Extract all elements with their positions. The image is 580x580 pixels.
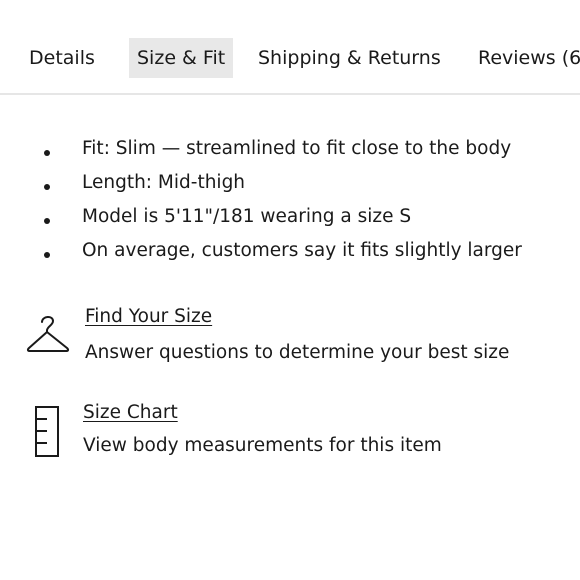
fit-detail-item: Model is 5'11"/181 wearing a size S [82, 206, 412, 227]
bullet-dot [44, 218, 50, 224]
ruler-icon [35, 406, 59, 457]
fit-detail-item: On average, customers say it fits slight… [82, 240, 522, 261]
bullet-dot [44, 252, 50, 258]
bullet-dot [44, 150, 50, 156]
tab-size-fit[interactable]: Size & Fit [129, 38, 234, 78]
tab-shipping-returns[interactable]: Shipping & Returns [250, 38, 449, 78]
fit-detail-item: Fit: Slim — streamlined to fit close to … [82, 138, 512, 159]
find-your-size-link[interactable]: Find Your Size [85, 306, 212, 327]
bullet-dot [44, 184, 50, 190]
hanger-icon [26, 316, 70, 352]
tab-reviews[interactable]: Reviews (6 [470, 38, 580, 78]
fit-detail-item: Length: Mid-thigh [82, 172, 246, 193]
size-chart-description: View body measurements for this item [83, 435, 442, 456]
tab-details[interactable]: Details [21, 38, 103, 78]
find-your-size-description: Answer questions to determine your best … [85, 342, 510, 363]
size-chart-link[interactable]: Size Chart [83, 402, 178, 423]
product-tabs: Details Size & Fit Shipping & Returns Re… [0, 0, 580, 95]
